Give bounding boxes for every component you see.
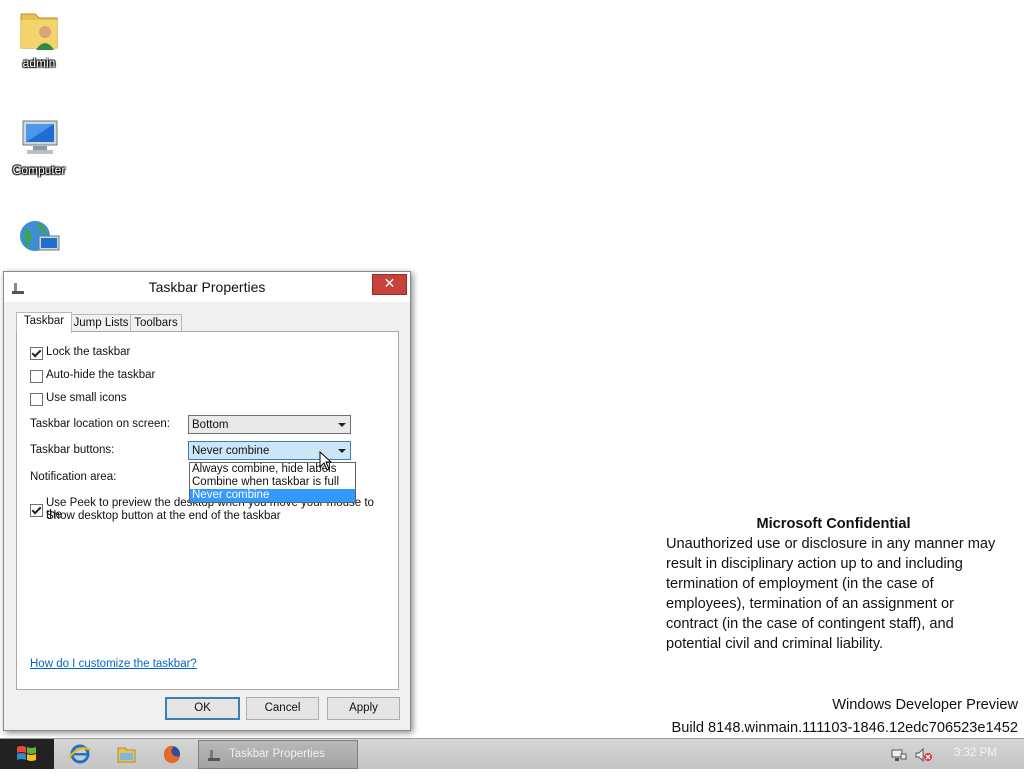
- tab-taskbar[interactable]: Taskbar: [16, 312, 72, 333]
- auto-hide-label[interactable]: Auto-hide the taskbar: [46, 369, 155, 381]
- confidential-line: employees), termination of an assignment…: [666, 596, 954, 612]
- confidential-line: contract (in the case of contingent staf…: [666, 616, 954, 632]
- desktop-icon-admin[interactable]: admin: [1, 6, 77, 70]
- peek-checkbox[interactable]: [30, 504, 43, 517]
- desktop-icon-network[interactable]: [1, 214, 77, 264]
- lock-taskbar-label[interactable]: Lock the taskbar: [46, 346, 130, 358]
- close-icon: ✕: [383, 276, 396, 292]
- dropdown-option-selected[interactable]: Never combine: [190, 489, 355, 502]
- peek-label-line2[interactable]: Show desktop button at the end of the ta…: [46, 510, 281, 522]
- file-explorer-icon: [117, 747, 136, 763]
- mouse-cursor-icon: [319, 450, 333, 475]
- location-select[interactable]: Bottom: [188, 415, 351, 434]
- confidential-title: Microsoft Confidential: [756, 516, 911, 532]
- product-name: Windows Developer Preview: [832, 697, 1018, 713]
- build-string: Build 8148.winmain.111103-1846.12edc7065…: [671, 720, 1018, 736]
- cancel-button[interactable]: Cancel: [246, 697, 319, 720]
- desktop-icon-computer[interactable]: Computer: [1, 113, 77, 177]
- network-tray-icon[interactable]: [891, 747, 907, 761]
- tab-toolbars[interactable]: Toolbars: [130, 314, 182, 332]
- taskbar-properties-icon: [207, 747, 221, 766]
- location-value: Bottom: [192, 419, 229, 431]
- desktop-icon-label: admin: [22, 56, 56, 70]
- file-explorer-button[interactable]: [108, 742, 144, 766]
- ok-button[interactable]: OK: [165, 697, 240, 720]
- windows-logo-icon: [17, 746, 36, 761]
- dialog-title: Taskbar Properties: [148, 279, 266, 295]
- confidential-notice: Microsoft Confidential Unauthorized use …: [666, 514, 1016, 654]
- computer-icon: [15, 113, 63, 161]
- start-button[interactable]: [0, 739, 54, 769]
- clock[interactable]: 3:32 PM: [954, 747, 997, 759]
- desktop-icon-label: Computer: [12, 163, 66, 177]
- lock-taskbar-checkbox[interactable]: [30, 347, 43, 360]
- small-icons-label[interactable]: Use small icons: [46, 392, 127, 404]
- taskbar-buttons-label: Taskbar buttons:: [30, 444, 115, 456]
- volume-muted-icon[interactable]: [915, 747, 932, 763]
- internet-explorer-button[interactable]: [62, 742, 98, 766]
- build-watermark: Windows Developer Preview Build 8148.win…: [672, 694, 1018, 740]
- tab-jump-lists[interactable]: Jump Lists: [70, 314, 132, 332]
- firefox-icon: [163, 745, 180, 764]
- confidential-line: Unauthorized use or disclosure in any ma…: [666, 536, 996, 552]
- taskbar-properties-dialog: Taskbar Properties ✕ Taskbar Jump Lists …: [3, 271, 411, 731]
- taskbar: Taskbar Properties 3:32 PM: [0, 738, 1024, 769]
- apply-button[interactable]: Apply: [327, 697, 400, 720]
- location-label: Taskbar location on screen:: [30, 418, 170, 430]
- notification-area-label: Notification area:: [30, 471, 117, 483]
- task-label: Taskbar Properties: [229, 748, 325, 760]
- dialog-titlebar[interactable]: Taskbar Properties ✕: [4, 272, 410, 302]
- network-globe-icon: [15, 214, 63, 262]
- confidential-line: potential civil and criminal liability.: [666, 636, 884, 652]
- taskbar-properties-task[interactable]: Taskbar Properties: [198, 740, 358, 769]
- taskbar-buttons-value: Never combine: [192, 445, 270, 457]
- chevron-down-icon: [338, 449, 346, 453]
- confidential-line: termination of employment (in the case o…: [666, 576, 934, 592]
- dropdown-option[interactable]: Combine when taskbar is full: [190, 476, 355, 489]
- firefox-button[interactable]: [154, 742, 190, 766]
- small-icons-checkbox[interactable]: [30, 393, 43, 406]
- auto-hide-checkbox[interactable]: [30, 370, 43, 383]
- chevron-down-icon: [338, 423, 346, 427]
- taskbar-tab-panel: Lock the taskbar Auto-hide the taskbar U…: [16, 331, 399, 690]
- user-folder-icon: [15, 6, 63, 54]
- confidential-line: result in disciplinary action up to and …: [666, 556, 963, 572]
- close-button[interactable]: ✕: [372, 274, 407, 295]
- internet-explorer-icon: [68, 744, 92, 764]
- help-link[interactable]: How do I customize the taskbar?: [30, 658, 197, 670]
